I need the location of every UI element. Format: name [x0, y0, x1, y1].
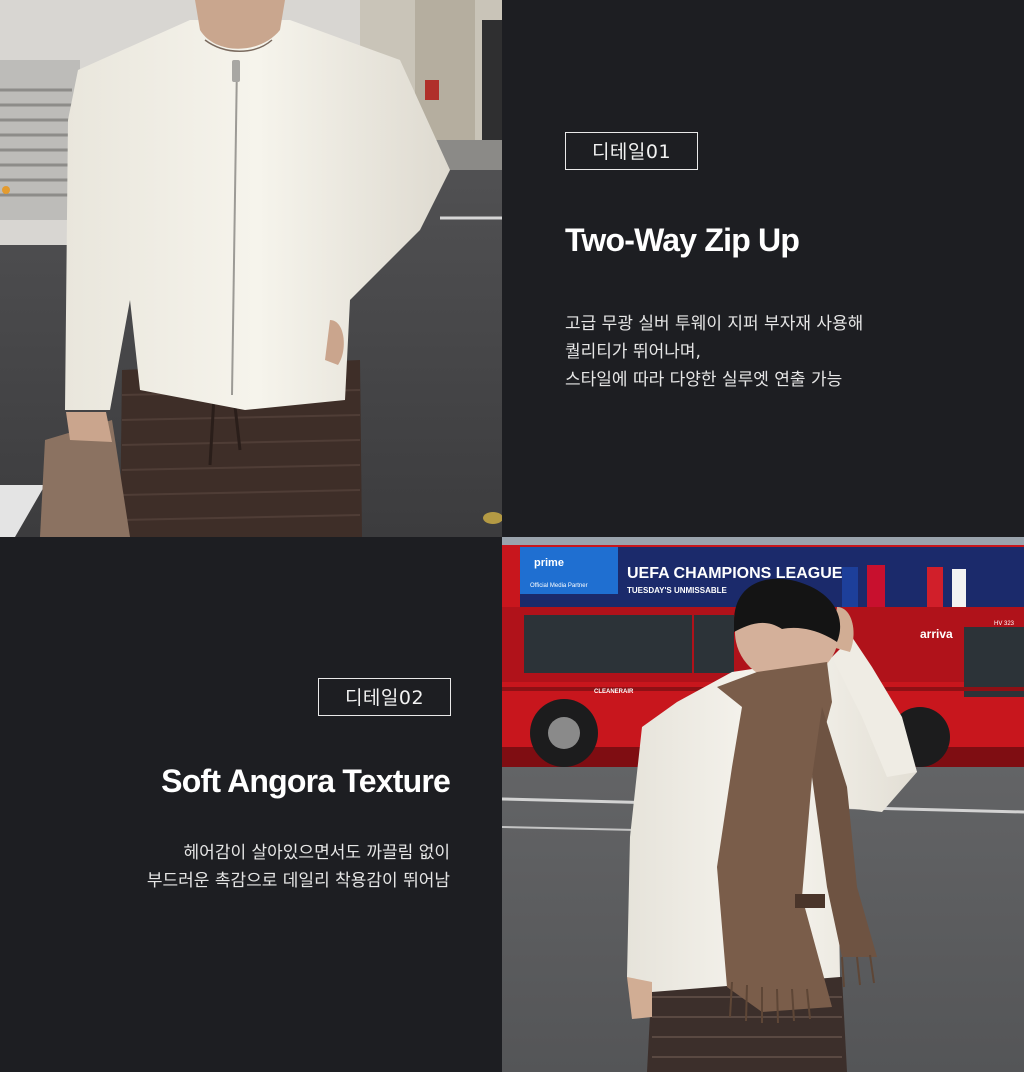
detail-01-title: Two-Way Zip Up	[565, 222, 800, 258]
detail-01-line: 고급 무광 실버 투웨이 지퍼 부자재 사용해	[565, 314, 864, 334]
detail-02-tag: 디테일02	[318, 678, 451, 716]
detail-02-line: 헤어감이 살아있으면서도 까끌림 없이	[183, 843, 450, 863]
detail-01-line: 스타일에 따라 다양한 실루엣 연출 가능	[565, 370, 843, 390]
photo-zip-up-illustration	[0, 0, 502, 537]
ad-sub: Official Media Partner	[530, 583, 588, 589]
photo-bus-illustration: prime Official Media Partner UEFA CHAMPI…	[502, 537, 1024, 1072]
bus-operator: arriva	[920, 627, 953, 641]
detail-01-tag: 디테일01	[565, 132, 698, 170]
bus-route: HV 323	[994, 621, 1015, 627]
detail-01-description: 고급 무광 실버 투웨이 지퍼 부자재 사용해 퀄리티가 뛰어나며, 스타일에 …	[565, 310, 863, 394]
detail-01-panel: 디테일01 Two-Way Zip Up 고급 무광 실버 투웨이 지퍼 부자재…	[502, 0, 1024, 537]
photo-zip-up-detail	[0, 0, 502, 537]
detail-02-description: 헤어감이 살아있으면서도 까끌림 없이 부드러운 촉감으로 데일리 착용감이 뛰…	[147, 839, 450, 895]
ad-brand: prime	[534, 557, 564, 569]
product-detail-grid: 디테일01 Two-Way Zip Up 고급 무광 실버 투웨이 지퍼 부자재…	[0, 0, 1024, 1072]
detail-02-line: 부드러운 촉감으로 데일리 착용감이 뛰어남	[146, 871, 450, 891]
detail-02-panel: 디테일02 Soft Angora Texture 헤어감이 살아있으면서도 까…	[0, 537, 502, 1072]
ad-tagline: TUESDAY'S UNMISSABLE	[627, 586, 728, 595]
ad-headline: UEFA CHAMPIONS LEAGUE	[627, 565, 843, 582]
bus-side-text: CLEANERAIR	[594, 689, 634, 695]
detail-02-title: Soft Angora Texture	[161, 763, 451, 799]
detail-01-line: 퀄리티가 뛰어나며,	[565, 342, 701, 362]
photo-angora-texture: prime Official Media Partner UEFA CHAMPI…	[502, 537, 1024, 1072]
